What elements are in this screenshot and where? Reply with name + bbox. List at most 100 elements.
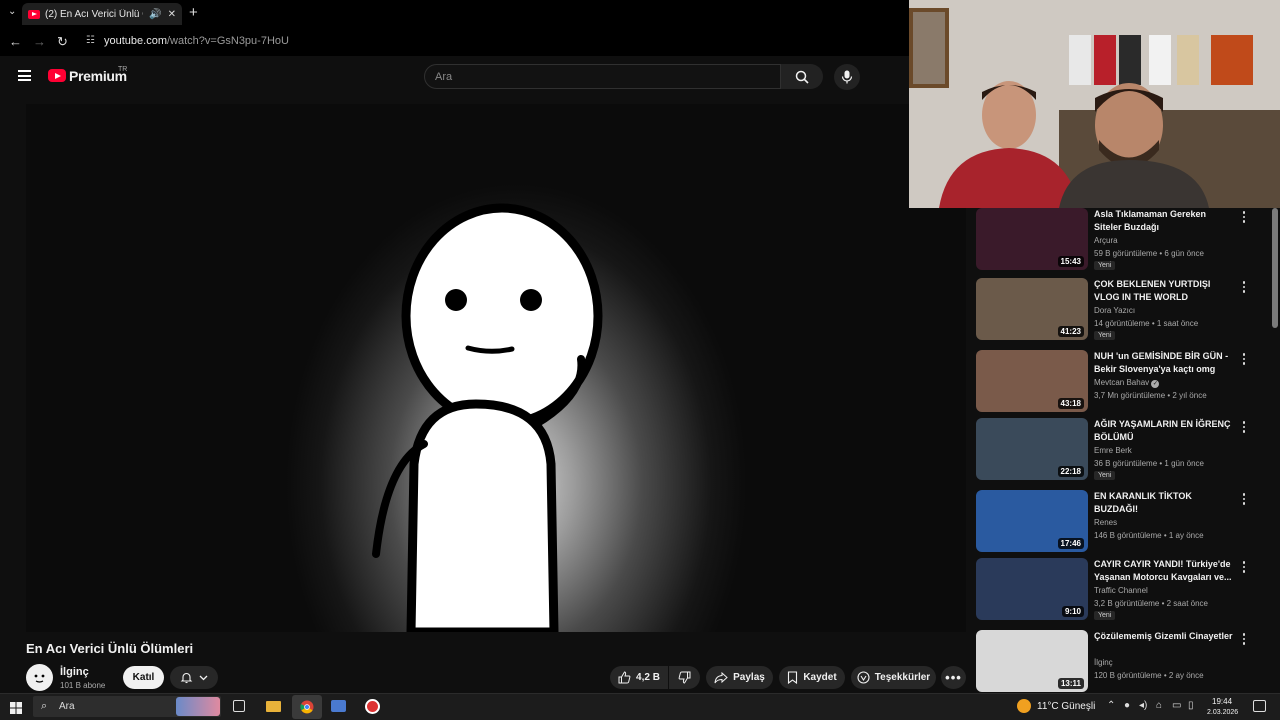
new-tab-button[interactable]: + — [189, 4, 198, 21]
recommendation-item[interactable]: 17:46 EN KARANLIK TİKTOK BUZDAĞI! Renes … — [976, 490, 1276, 554]
search-input[interactable]: Ara — [424, 64, 781, 89]
recommendation-meta: 59 B görüntüleme • 6 gün önce — [1094, 249, 1204, 258]
more-vertical-icon[interactable] — [1238, 210, 1250, 224]
video-duration: 22:18 — [1057, 466, 1084, 477]
notifications-icon[interactable] — [1253, 700, 1266, 712]
recommendation-item[interactable]: 41:23 ÇOK BEKLENEN YURTDIŞI VLOG IN THE … — [976, 278, 1276, 342]
video-thumbnail[interactable]: 22:18 — [976, 418, 1088, 480]
search-button[interactable] — [781, 64, 823, 89]
url-field[interactable]: youtube.com/watch?v=GsN3pu-7HoU — [104, 35, 289, 47]
app-taskbar-icon[interactable] — [331, 700, 346, 712]
cartoon-character-frame — [372, 203, 603, 632]
more-actions-button[interactable]: ••• — [941, 666, 966, 689]
save-button[interactable]: Kaydet — [779, 666, 845, 689]
recommendation-title[interactable]: Çözülememiş Gizemli Cinayetler — [1094, 630, 1234, 643]
new-badge: Yeni — [1094, 611, 1116, 620]
display-tray-icon[interactable]: ▭ — [1172, 700, 1181, 711]
video-title: En Acı Verici Ünlü Ölümleri — [26, 641, 194, 656]
clock-time[interactable]: 19:44 — [1212, 697, 1232, 706]
dislike-button[interactable] — [669, 666, 700, 689]
speaker-icon[interactable]: 🔊 — [149, 9, 161, 20]
recommendation-title[interactable]: ÇOK BEKLENEN YURTDIŞI VLOG IN THE WORLD — [1094, 278, 1234, 304]
chrome-icon — [300, 700, 314, 714]
channel-name[interactable]: İlginç — [60, 666, 89, 678]
recommendation-item[interactable]: 43:18 NUH 'un GEMİSİNDE BİR GÜN - Bekir … — [976, 350, 1276, 414]
recommendation-item[interactable]: 15:43 Asla Tıklamaman Gereken Siteler Bu… — [976, 208, 1276, 272]
recommendation-title[interactable]: NUH 'un GEMİSİNDE BİR GÜN - Bekir Sloven… — [1094, 350, 1234, 376]
bell-icon — [180, 672, 193, 684]
notification-bell-button[interactable] — [170, 666, 218, 689]
chevron-up-icon[interactable]: ⌃ — [1107, 700, 1115, 711]
windows-logo — [10, 702, 22, 714]
like-button[interactable]: 4,2 B — [610, 666, 668, 689]
recording-app-icon[interactable] — [365, 699, 380, 714]
speaker-tray-icon[interactable]: ◂) — [1139, 700, 1147, 711]
new-badge: Yeni — [1094, 471, 1116, 480]
tab-title: (2) En Acı Verici Ünlü Ölüml — [45, 8, 143, 20]
recommendation-channel[interactable]: Renes — [1094, 518, 1117, 527]
more-vertical-icon[interactable] — [1238, 352, 1250, 366]
recommendation-item[interactable]: 13:11 Çözülememiş Gizemli Cinayetler İlg… — [976, 630, 1276, 693]
recommendation-title[interactable]: Asla Tıklamaman Gereken Siteler Buzdağı — [1094, 208, 1234, 234]
voice-search-button[interactable] — [834, 64, 860, 90]
network-tray-icon[interactable]: ⌂ — [1156, 700, 1162, 711]
sidebar-scrollbar[interactable] — [1272, 208, 1278, 328]
recommendation-channel[interactable]: Mevtcan Bahav ✓ — [1094, 378, 1160, 388]
recommendation-title[interactable]: AĞIR YAŞAMLARIN EN İĞRENÇ BÖLÜMÜ — [1094, 418, 1234, 444]
hamburger-menu-icon[interactable] — [18, 70, 31, 81]
recommendation-channel[interactable]: Arçura — [1094, 236, 1118, 245]
recommendation-item[interactable]: 22:18 AĞIR YAŞAMLARIN EN İĞRENÇ BÖLÜMÜ E… — [976, 418, 1276, 482]
chrome-taskbar-button[interactable] — [292, 695, 322, 719]
back-icon[interactable]: ← — [9, 34, 22, 49]
more-vertical-icon[interactable] — [1238, 420, 1250, 434]
search-icon — [795, 70, 809, 84]
thumbs-down-icon — [678, 671, 691, 684]
subscriber-count: 101 B abone — [60, 681, 106, 690]
browser-tab[interactable]: (2) En Acı Verici Ünlü Ölüml 🔊 ✕ — [22, 3, 182, 25]
recommendation-title[interactable]: CAYIR CAYIR YANDI! Türkiye'de Yaşanan Mo… — [1094, 558, 1234, 584]
task-view-icon[interactable] — [233, 700, 245, 712]
video-thumbnail[interactable]: 17:46 — [976, 490, 1088, 552]
weather-widget[interactable]: 11°C Güneşli — [1037, 701, 1095, 712]
site-info-icon[interactable]: ☷ — [86, 35, 95, 46]
join-button[interactable]: Katıl — [123, 666, 164, 689]
taskbar-search-icon: ⌕ — [41, 700, 48, 712]
recommendation-meta: 146 B görüntüleme • 1 ay önce — [1094, 531, 1204, 540]
reload-icon[interactable]: ↻ — [57, 34, 68, 50]
recommendation-meta: 14 görüntüleme • 1 saat önce — [1094, 319, 1199, 328]
power-tray-icon[interactable]: ▯ — [1188, 700, 1194, 711]
microphone-tray-icon[interactable]: ● — [1124, 700, 1130, 711]
thanks-label: Teşekkürler — [874, 672, 931, 683]
video-player[interactable] — [26, 104, 966, 632]
recommendation-channel[interactable]: Emre Berk — [1094, 446, 1132, 455]
channel-name-label: Mevtcan Bahav — [1094, 378, 1150, 387]
windows-start-icon[interactable] — [10, 701, 22, 719]
close-tab-icon[interactable]: ✕ — [168, 9, 176, 20]
verified-icon: ✓ — [1151, 380, 1160, 388]
recommendation-meta: 120 B görüntüleme • 2 ay önce — [1094, 671, 1204, 680]
thanks-button[interactable]: Teşekkürler — [851, 666, 936, 689]
video-thumbnail[interactable]: 13:11 — [976, 630, 1088, 692]
clock-date[interactable]: 2.03.2026 — [1207, 709, 1238, 716]
video-thumbnail[interactable]: 15:43 — [976, 208, 1088, 270]
more-vertical-icon[interactable] — [1238, 280, 1250, 294]
recommendation-channel[interactable]: İlginç — [1094, 658, 1113, 667]
more-vertical-icon[interactable] — [1238, 560, 1250, 574]
share-button[interactable]: Paylaş — [706, 666, 773, 689]
mic-icon — [841, 70, 853, 84]
recommendation-title[interactable]: EN KARANLIK TİKTOK BUZDAĞI! — [1094, 490, 1234, 516]
forward-icon[interactable]: → — [33, 34, 46, 49]
recommendation-channel[interactable]: Dora Yazıcı — [1094, 306, 1135, 315]
recommendation-item[interactable]: 9:10 CAYIR CAYIR YANDI! Türkiye'de Yaşan… — [976, 558, 1276, 622]
tab-search-chevron-icon[interactable]: ⌄ — [8, 6, 16, 17]
channel-avatar[interactable] — [26, 664, 53, 691]
youtube-logo-icon[interactable] — [48, 69, 66, 82]
recommendation-channel[interactable]: Traffic Channel — [1094, 586, 1148, 595]
file-explorer-icon[interactable] — [266, 701, 281, 712]
more-vertical-icon[interactable] — [1238, 632, 1250, 646]
url-path: /watch?v=GsN3pu-7HoU — [166, 35, 289, 47]
video-thumbnail[interactable]: 41:23 — [976, 278, 1088, 340]
video-thumbnail[interactable]: 9:10 — [976, 558, 1088, 620]
more-vertical-icon[interactable] — [1238, 492, 1250, 506]
video-thumbnail[interactable]: 43:18 — [976, 350, 1088, 412]
